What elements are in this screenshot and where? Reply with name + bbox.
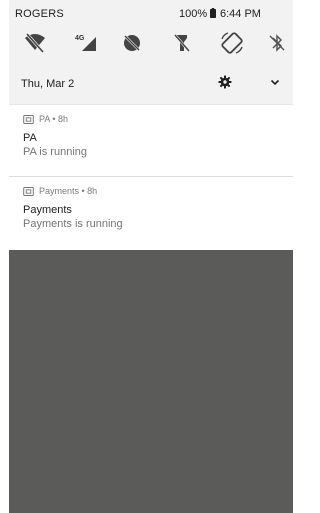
notification-app-time: Payments • 8h xyxy=(39,186,98,196)
auto-rotate-icon[interactable] xyxy=(219,30,245,56)
status-bar: ROGERS 100% 6:44 PM xyxy=(9,0,293,26)
expand-chevron-icon[interactable] xyxy=(269,76,281,88)
mobile-data-4g-icon[interactable]: 4G xyxy=(74,30,100,56)
carrier-label: ROGERS xyxy=(15,8,64,20)
clock: 6:44 PM xyxy=(220,8,261,20)
dimmed-background[interactable] xyxy=(9,250,293,513)
svg-text:4G: 4G xyxy=(75,35,85,42)
app-running-icon xyxy=(23,186,34,196)
flashlight-off-icon[interactable] xyxy=(169,30,195,56)
notification-payments[interactable]: Payments • 8h Payments Payments is runni… xyxy=(9,176,293,249)
do-not-disturb-icon[interactable] xyxy=(119,30,145,56)
battery-percent: 100% xyxy=(179,8,208,20)
quick-settings-panel: ROGERS 100% 6:44 PM 4G Thu, Mar 2 xyxy=(9,0,293,104)
notification-title: PA xyxy=(23,132,37,144)
settings-gear-icon[interactable] xyxy=(218,75,232,89)
battery-icon xyxy=(210,8,216,18)
notification-pa[interactable]: PA • 8h PA PA is running xyxy=(9,104,293,175)
quick-settings-tiles: 4G xyxy=(9,26,293,62)
bluetooth-off-icon[interactable] xyxy=(264,30,290,56)
notification-title: Payments xyxy=(23,204,72,216)
notification-text: PA is running xyxy=(23,146,88,158)
app-running-icon xyxy=(23,114,34,124)
notification-app-time: PA • 8h xyxy=(39,114,69,124)
notification-header: PA • 8h xyxy=(23,113,68,125)
notification-header: Payments • 8h xyxy=(23,185,97,197)
notification-text: Payments is running xyxy=(23,218,123,230)
wifi-off-icon[interactable] xyxy=(22,30,48,56)
notification-shade: ROGERS 100% 6:44 PM 4G Thu, Mar 2 PA • 8… xyxy=(9,0,293,513)
date-label: Thu, Mar 2 xyxy=(21,78,75,90)
